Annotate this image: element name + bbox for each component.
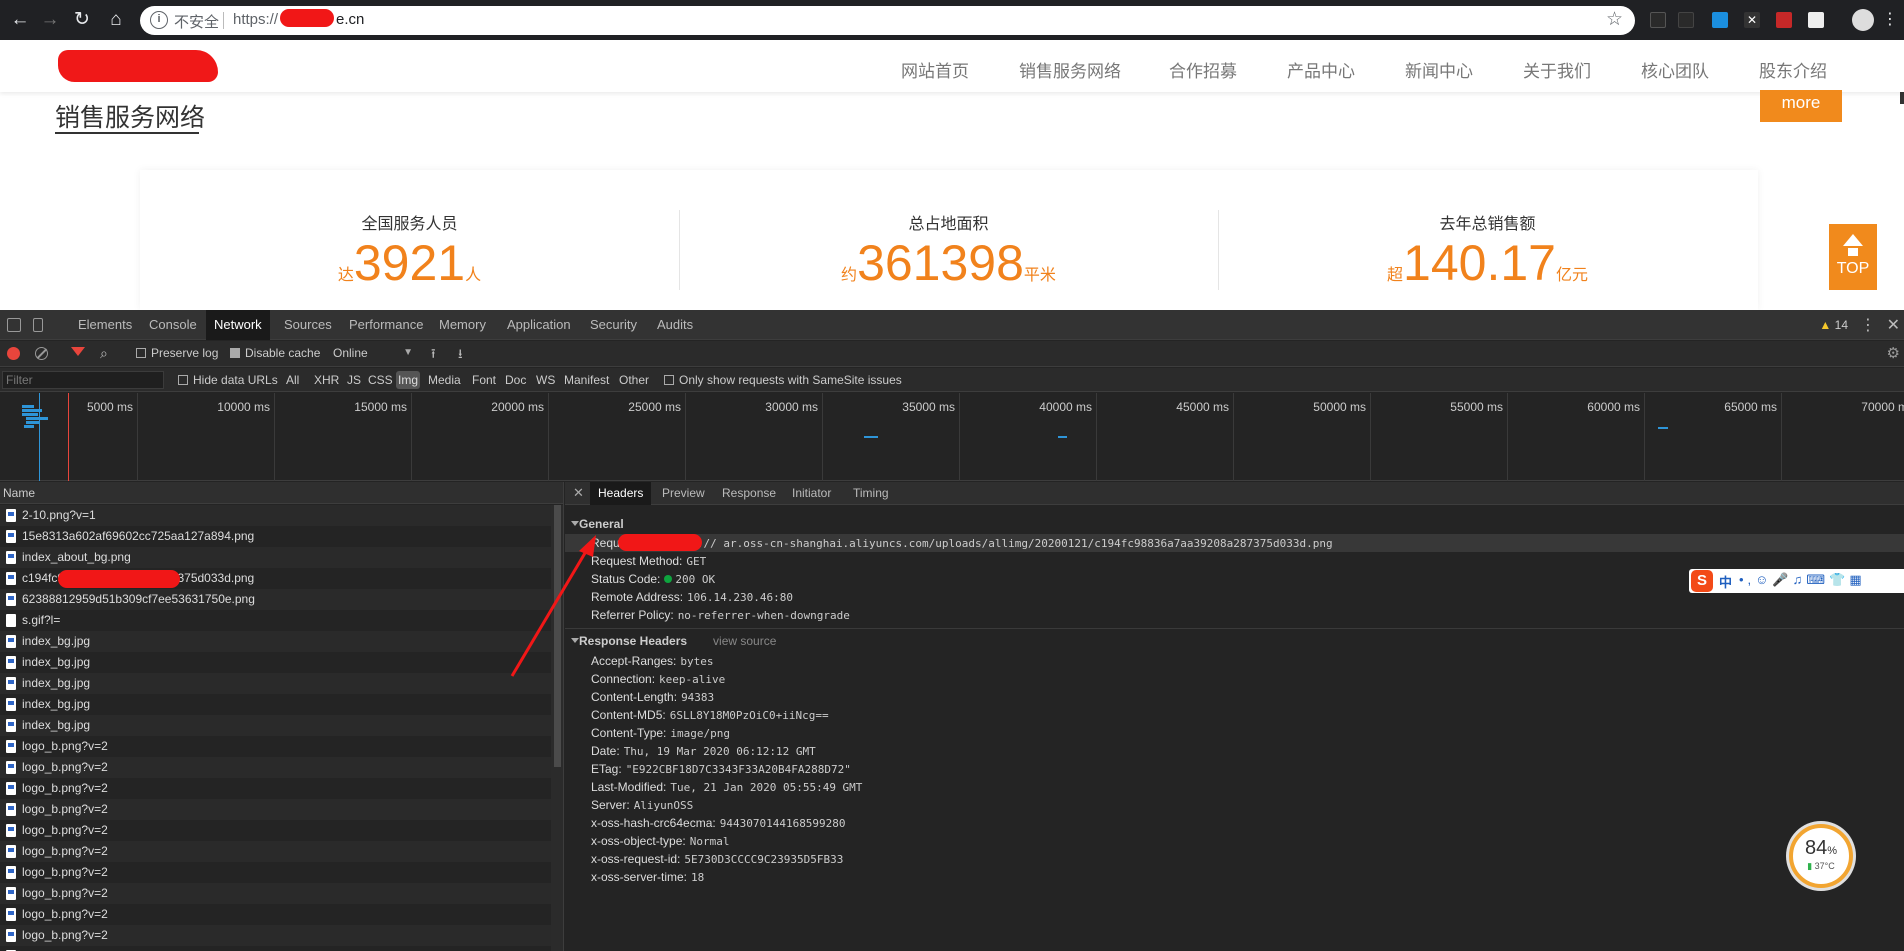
arrow-head bbox=[579, 535, 596, 557]
sogou-logo-icon: S bbox=[1691, 570, 1713, 592]
battery-temperature: ▮ 37°C bbox=[1807, 861, 1835, 871]
ime-language-toggle[interactable]: 中 bbox=[1719, 572, 1732, 591]
thermometer-icon: ▮ bbox=[1807, 861, 1813, 871]
annotation-arrow bbox=[510, 535, 596, 677]
battery-percent: 84% bbox=[1804, 837, 1838, 859]
ime-tool-icons[interactable]: •,☺🎤♫⌨👕▦ bbox=[1739, 572, 1866, 588]
arrow-shaft bbox=[510, 547, 590, 677]
battery-widget[interactable]: 84% ▮ 37°C bbox=[1789, 824, 1853, 888]
ime-toolbar[interactable]: S 中 •,☺🎤♫⌨👕▦ bbox=[1689, 569, 1904, 593]
